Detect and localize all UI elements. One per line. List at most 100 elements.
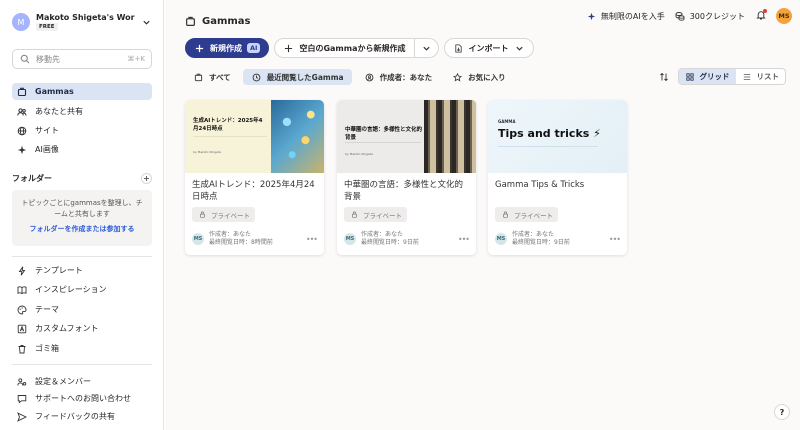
card-viewed: 最終閲覧日時：8時間前 bbox=[209, 239, 273, 246]
divider bbox=[12, 364, 152, 365]
top-right-toolbar: 無制限のAIを入手 300クレジット MS bbox=[586, 8, 792, 24]
sidebar-item-sites[interactable]: サイト bbox=[12, 122, 152, 139]
author-avatar: MS bbox=[495, 233, 507, 245]
folders-title: フォルダー bbox=[12, 173, 52, 183]
new-ai-button[interactable]: 新規作成 AI bbox=[185, 38, 270, 58]
sparkle-icon bbox=[16, 144, 27, 155]
card-menu-button[interactable]: ••• bbox=[458, 235, 470, 244]
chevron-down-icon bbox=[141, 17, 152, 28]
upgrade-label: 無制限のAIを入手 bbox=[600, 11, 665, 21]
view-toggle: グリッド リスト bbox=[677, 68, 786, 85]
thumbnail-text bbox=[345, 142, 421, 150]
card-menu-button[interactable]: ••• bbox=[609, 235, 621, 244]
user-avatar[interactable]: MS bbox=[776, 8, 792, 24]
sidebar-item-settings[interactable]: 設定＆メンバー bbox=[12, 373, 152, 390]
card-viewed: 最終閲覧日時：9日前 bbox=[361, 239, 419, 246]
card-title: 生成AIトレンド：2025年4月24日時点 bbox=[192, 180, 315, 202]
privacy-badge: プライベート bbox=[192, 207, 255, 222]
filter-label: お気に入り bbox=[468, 72, 506, 82]
credits-label: 300クレジット bbox=[689, 11, 745, 21]
sidebar-item-custom-fonts[interactable]: カスタムフォント bbox=[12, 320, 152, 337]
sidebar-item-inspiration[interactable]: インスピレーション bbox=[12, 281, 152, 298]
create-folder-link[interactable]: フォルダーを作成または参加する bbox=[18, 224, 146, 235]
sidebar-item-label: フィードバックの共有 bbox=[35, 412, 115, 421]
card-author: 作成者：あなた bbox=[512, 231, 555, 238]
palette-icon bbox=[16, 304, 27, 315]
privacy-badge: プライベート bbox=[344, 207, 407, 222]
card-title: 中華圏の言語：多様性と文化的背景 bbox=[344, 180, 464, 202]
folders-empty-state: トピックごとにgammasを整理し、チームと共有します フォルダーを作成または参… bbox=[12, 190, 152, 246]
view-controls: グリッド リスト bbox=[659, 68, 786, 85]
sidebar-item-templates[interactable]: テンプレート bbox=[12, 262, 152, 279]
gamma-card[interactable]: GAMMA Tips and tricks ⚡ Gamma Tips & Tri… bbox=[488, 100, 627, 255]
sidebar-item-gammas[interactable]: Gammas bbox=[12, 83, 152, 100]
user-icon bbox=[364, 72, 375, 83]
sidebar-item-feedback[interactable]: フィードバックの共有 bbox=[12, 408, 152, 425]
file-import-icon bbox=[453, 43, 464, 54]
upgrade-link[interactable]: 無制限のAIを入手 bbox=[586, 11, 665, 22]
new-blank-button[interactable]: 空白のGammaから新規作成 bbox=[274, 38, 414, 58]
card-menu-button[interactable]: ••• bbox=[306, 235, 318, 244]
send-icon bbox=[16, 411, 27, 422]
chinese-door-image bbox=[424, 100, 476, 173]
thumbnail-title: 中華圏の言語：多様性と文化的背景 bbox=[345, 127, 423, 141]
sidebar-item-label: AI画像 bbox=[35, 145, 59, 154]
import-button[interactable]: インポート bbox=[443, 38, 534, 58]
neural-network-image bbox=[271, 100, 324, 173]
author-avatar: MS bbox=[344, 233, 356, 245]
clock-icon bbox=[251, 72, 262, 83]
notifications-button[interactable] bbox=[755, 8, 767, 23]
filter-tabs: すべて 最近閲覧したGamma 作成者：あなた お気に入り bbox=[185, 69, 514, 85]
card-meta: MS 作成者：あなた 最終閲覧日時：8時間前 ••• bbox=[192, 231, 318, 247]
search-shortcut: ⌘+K bbox=[127, 55, 145, 63]
add-folder-button[interactable]: + bbox=[141, 172, 152, 184]
filter-recent[interactable]: 最近閲覧したGamma bbox=[242, 69, 352, 85]
sidebar-item-support[interactable]: サポートへのお問い合わせ bbox=[12, 390, 152, 407]
card-title: Gamma Tips & Tricks bbox=[495, 180, 585, 190]
coins-icon bbox=[675, 11, 686, 22]
filter-all[interactable]: すべて bbox=[185, 69, 239, 85]
privacy-label: プライベート bbox=[211, 211, 250, 220]
thumbnail-text bbox=[193, 136, 267, 146]
sidebar-item-label: テンプレート bbox=[35, 266, 83, 275]
new-ai-label: 新規作成 bbox=[210, 43, 242, 53]
font-icon bbox=[16, 323, 27, 334]
folders-header: フォルダー + bbox=[12, 172, 152, 184]
search-input[interactable]: 移動先 ⌘+K bbox=[12, 49, 152, 69]
grid-icon bbox=[685, 71, 696, 82]
help-button[interactable]: ? bbox=[774, 404, 790, 420]
filter-created-by-me[interactable]: 作成者：あなた bbox=[356, 69, 441, 85]
trash-icon bbox=[16, 343, 27, 354]
sidebar-item-themes[interactable]: テーマ bbox=[12, 301, 152, 318]
list-view-button[interactable]: リスト bbox=[736, 69, 786, 84]
sidebar-item-label: カスタムフォント bbox=[35, 324, 99, 333]
filter-favorites[interactable]: お気に入り bbox=[444, 69, 514, 85]
new-blank-dropdown[interactable] bbox=[413, 38, 439, 58]
thumbnail-title: 生成AIトレンド：2025年4月24日時点 bbox=[193, 118, 263, 132]
sidebar-item-label: Gammas bbox=[35, 87, 74, 96]
sidebar-item-ai-images[interactable]: AI画像 bbox=[12, 141, 152, 158]
sidebar-item-label: サポートへのお問い合わせ bbox=[35, 394, 131, 403]
star-icon bbox=[452, 72, 463, 83]
gamma-icon bbox=[185, 16, 196, 27]
sidebar-item-trash[interactable]: ゴミ箱 bbox=[12, 340, 152, 357]
gamma-card[interactable]: 生成AIトレンド：2025年4月24日時点 by Makoto Shigeta … bbox=[185, 100, 324, 255]
grid-view-button[interactable]: グリッド bbox=[678, 69, 736, 84]
search-icon bbox=[19, 54, 30, 65]
sidebar-item-label: 設定＆メンバー bbox=[35, 377, 91, 386]
list-icon bbox=[742, 71, 753, 82]
workspace-switcher[interactable]: M Makoto Shigeta's Work... FREE bbox=[12, 10, 152, 34]
filter-label: 作成者：あなた bbox=[379, 72, 433, 82]
card-meta: MS 作成者：あなた 最終閲覧日時：9日前 ••• bbox=[344, 231, 470, 247]
sidebar-item-shared[interactable]: あなたと共有 bbox=[12, 103, 152, 120]
sort-icon[interactable] bbox=[659, 71, 670, 82]
folders-empty-text: トピックごとにgammasを整理し、チームと共有します bbox=[21, 199, 143, 218]
book-icon bbox=[16, 284, 27, 295]
lock-icon bbox=[197, 209, 208, 220]
sidebar-item-label: インスピレーション bbox=[35, 285, 107, 294]
credits-button[interactable]: 300クレジット bbox=[675, 11, 745, 22]
thumbnail-title: Tips and tricks ⚡ bbox=[498, 127, 601, 140]
privacy-label: プライベート bbox=[514, 211, 553, 220]
gamma-card[interactable]: 中華圏の言語：多様性と文化的背景 by Makoto Shigeta 中華圏の言… bbox=[337, 100, 476, 255]
chevron-down-icon bbox=[421, 43, 432, 54]
